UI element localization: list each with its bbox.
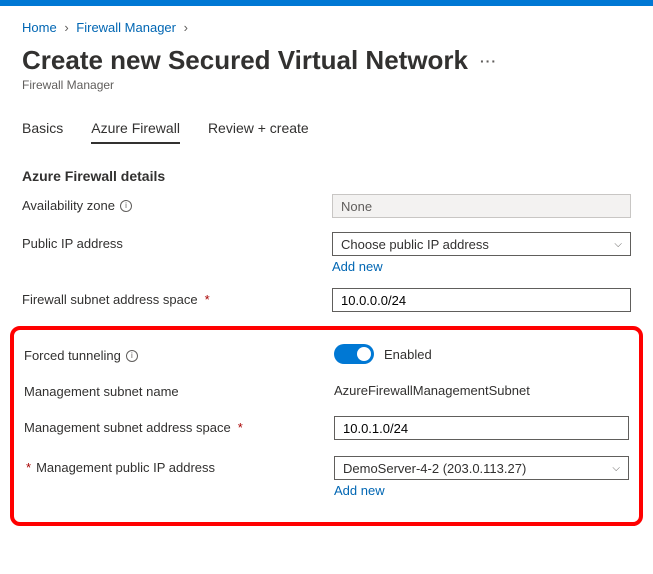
label-text: Availability zone bbox=[22, 198, 115, 213]
availability-zone-label: Availability zone i bbox=[22, 194, 332, 213]
info-icon[interactable]: i bbox=[126, 350, 138, 362]
page-subtitle: Firewall Manager bbox=[22, 78, 631, 92]
page-title-text: Create new Secured Virtual Network bbox=[22, 45, 468, 76]
breadcrumb: Home › Firewall Manager › bbox=[22, 20, 631, 35]
section-title: Azure Firewall details bbox=[22, 168, 631, 184]
tabs: Basics Azure Firewall Review + create bbox=[22, 120, 631, 144]
forced-tunneling-toggle[interactable] bbox=[334, 344, 374, 364]
breadcrumb-parent[interactable]: Firewall Manager bbox=[76, 20, 176, 35]
availability-zone-select[interactable]: None bbox=[332, 194, 631, 218]
label-text: Management subnet address space bbox=[24, 420, 231, 435]
forced-tunneling-label: Forced tunneling i bbox=[24, 344, 334, 363]
more-icon[interactable]: ··· bbox=[480, 53, 497, 69]
label-text: Management public IP address bbox=[36, 460, 215, 475]
label-text: Management subnet name bbox=[24, 384, 179, 399]
firewall-subnet-input[interactable] bbox=[332, 288, 631, 312]
toggle-status: Enabled bbox=[384, 347, 432, 362]
tab-azure-firewall[interactable]: Azure Firewall bbox=[91, 120, 180, 144]
label-text: Forced tunneling bbox=[24, 348, 121, 363]
chevron-down-icon: ⌵ bbox=[612, 463, 620, 474]
public-ip-label: Public IP address bbox=[22, 232, 332, 251]
chevron-right-icon: › bbox=[184, 20, 188, 35]
select-placeholder: Choose public IP address bbox=[341, 237, 489, 252]
public-ip-select[interactable]: Choose public IP address ⌵ bbox=[332, 232, 631, 256]
page-title: Create new Secured Virtual Network ··· bbox=[22, 45, 631, 76]
mgmt-subnet-addr-input[interactable] bbox=[334, 416, 629, 440]
mgmt-subnet-name-label: Management subnet name bbox=[24, 380, 334, 399]
mgmt-pubip-select[interactable]: DemoServer-4-2 (203.0.113.27) ⌵ bbox=[334, 456, 629, 480]
select-value: DemoServer-4-2 (203.0.113.27) bbox=[343, 461, 526, 476]
required-icon: * bbox=[205, 292, 210, 307]
info-icon[interactable]: i bbox=[120, 200, 132, 212]
label-text: Firewall subnet address space bbox=[22, 292, 198, 307]
add-new-link-pubip[interactable]: Add new bbox=[332, 259, 383, 274]
required-icon: * bbox=[26, 460, 31, 475]
required-icon: * bbox=[238, 420, 243, 435]
mgmt-subnet-name-value: AzureFirewallManagementSubnet bbox=[334, 380, 629, 398]
add-new-link-mgmt-pubip[interactable]: Add new bbox=[334, 483, 385, 498]
highlighted-section: Forced tunneling i Enabled Management su… bbox=[10, 326, 643, 526]
breadcrumb-home[interactable]: Home bbox=[22, 20, 57, 35]
firewall-subnet-label: Firewall subnet address space * bbox=[22, 288, 332, 307]
label-text: Public IP address bbox=[22, 236, 123, 251]
tab-basics[interactable]: Basics bbox=[22, 120, 63, 144]
chevron-down-icon: ⌵ bbox=[614, 239, 622, 250]
chevron-right-icon: › bbox=[64, 20, 68, 35]
mgmt-subnet-addr-label: Management subnet address space * bbox=[24, 416, 334, 435]
mgmt-pubip-label: * Management public IP address bbox=[24, 456, 334, 475]
tab-review-create[interactable]: Review + create bbox=[208, 120, 309, 144]
